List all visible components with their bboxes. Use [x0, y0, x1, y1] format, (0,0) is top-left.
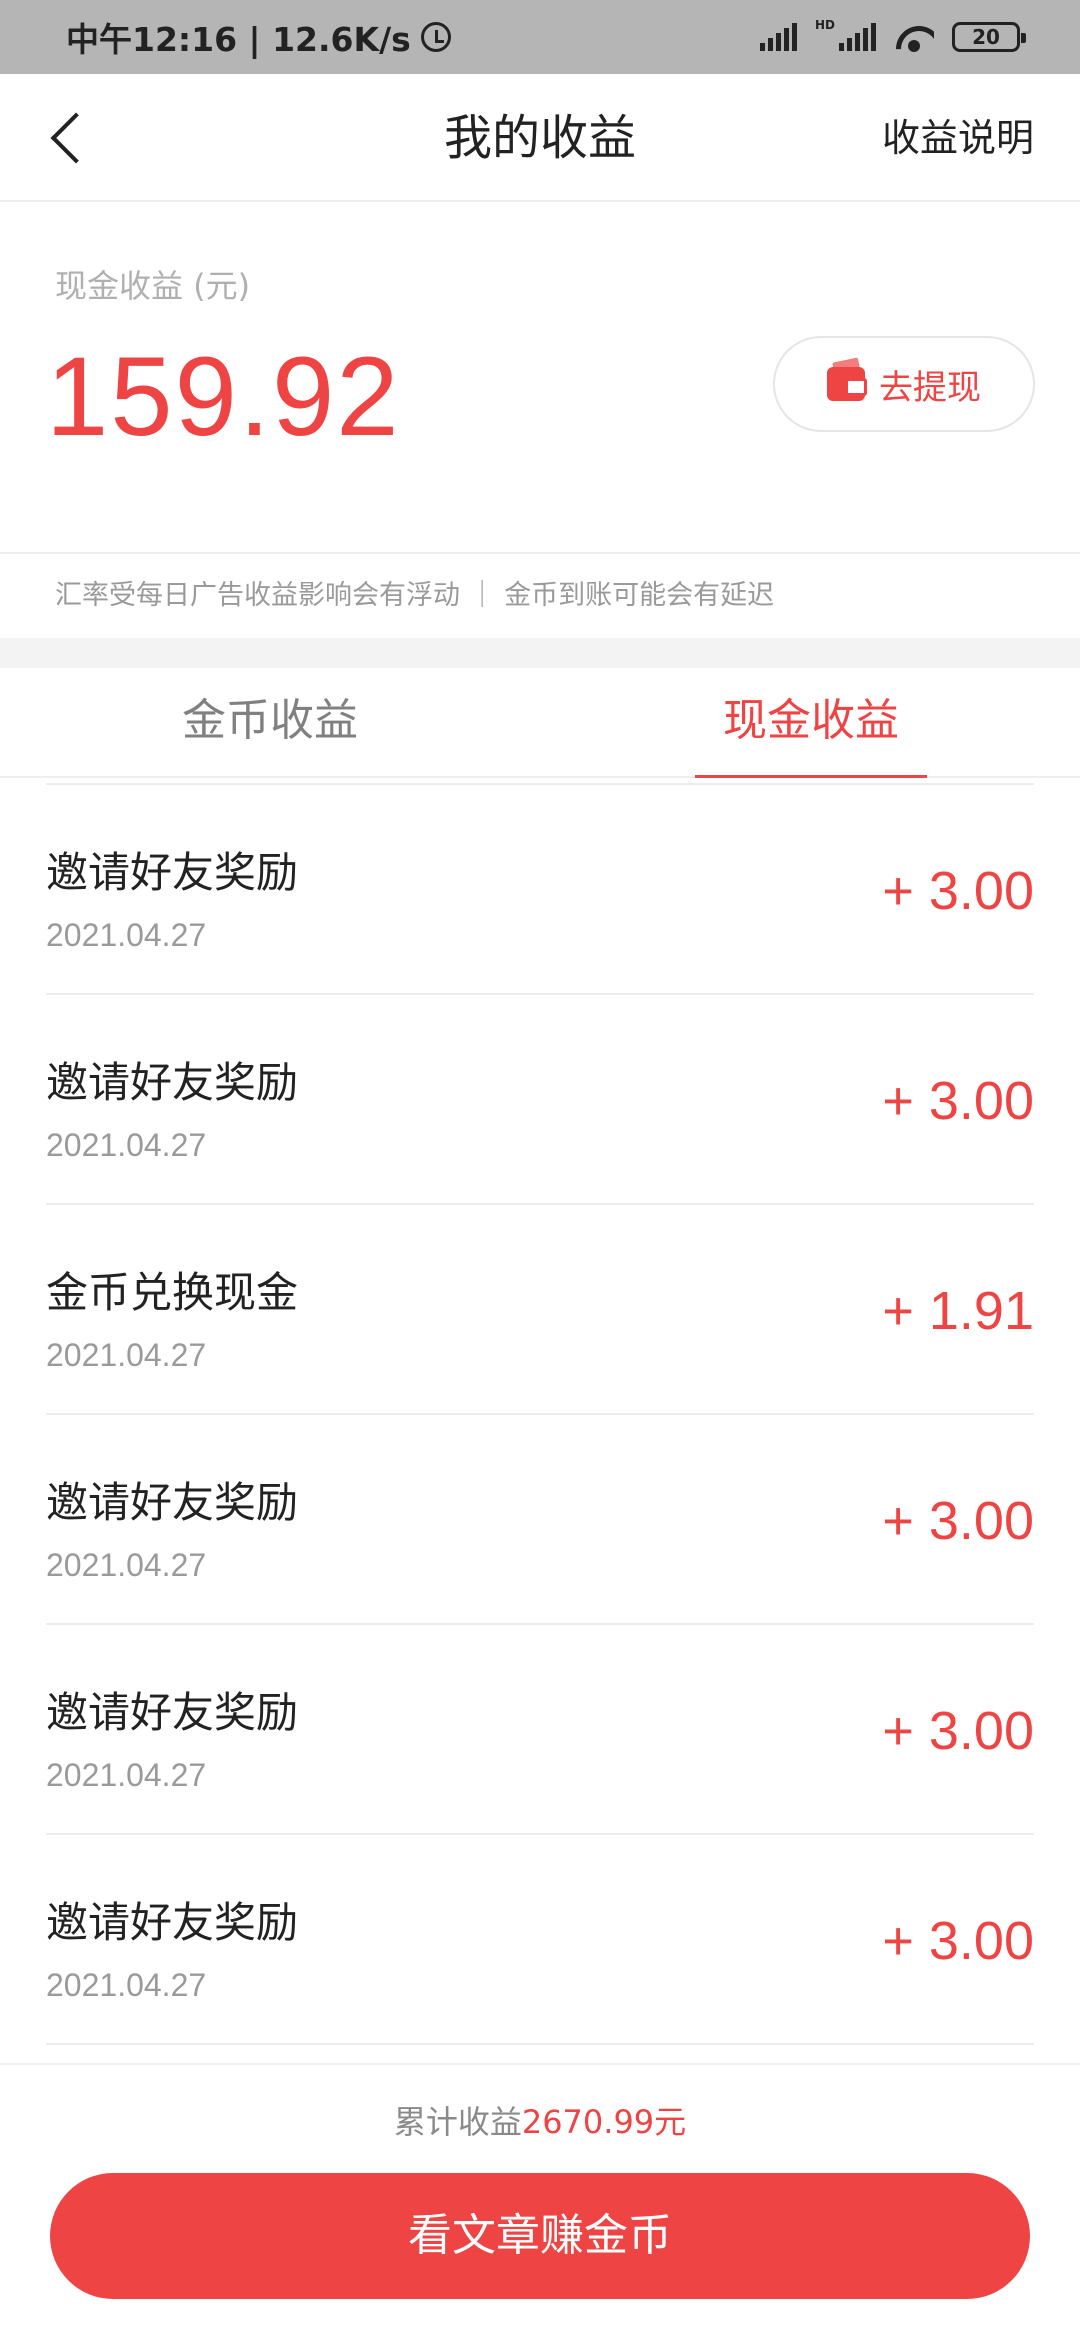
record-amount: + 3.00 — [882, 1911, 1034, 1971]
status-right: HD 20 — [759, 18, 1026, 52]
record-title: 邀请好友奖励 — [46, 1688, 299, 1737]
list-item: 邀请好友奖励 2021.04.27 + 3.00 — [46, 1625, 1034, 1835]
tab-bar: 金币收益 现金收益 — [0, 668, 1080, 778]
record-title: 邀请好友奖励 — [46, 1058, 299, 1107]
back-arrow-icon[interactable] — [38, 104, 98, 172]
record-title: 金币兑换现金 — [46, 1268, 299, 1317]
record-date: 2021.04.27 — [46, 1547, 207, 1583]
record-amount: + 3.00 — [882, 1701, 1034, 1761]
section-divider — [0, 638, 1080, 668]
record-amount: + 3.00 — [882, 861, 1034, 921]
total-earnings-value: 2670.99元 — [521, 2103, 687, 2141]
withdraw-button[interactable]: 去提现 — [773, 336, 1035, 432]
record-date: 2021.04.27 — [46, 917, 207, 953]
record-amount: + 3.00 — [882, 1491, 1034, 1551]
wifi-icon — [894, 22, 934, 52]
balance-value: 159.92 — [46, 334, 401, 459]
signal-icon — [759, 23, 797, 51]
list-item: 邀请好友奖励 2021.04.27 + 3.00 — [46, 995, 1034, 1205]
battery-icon: 20 — [952, 22, 1026, 52]
record-amount: + 3.00 — [882, 1071, 1034, 1131]
record-date: 2021.04.27 — [46, 1337, 207, 1373]
record-date: 2021.04.27 — [46, 1127, 207, 1163]
record-date: 2021.04.27 — [46, 1967, 207, 2003]
balance-label: 现金收益 (元) — [55, 267, 251, 305]
record-amount: + 1.91 — [882, 1281, 1034, 1341]
earnings-list[interactable]: 邀请好友奖励 2021.04.27 + 3.00 邀请好友奖励 2021.04.… — [0, 778, 1080, 2063]
status-bar: 中午12:16 | 12.6K/s HD 20 — [0, 0, 1080, 74]
balance-section: 现金收益 (元) 159.92 去提现 — [0, 204, 1080, 552]
list-item: 邀请好友奖励 2021.04.27 + 3.00 — [46, 785, 1034, 995]
record-date: 2021.04.27 — [46, 1757, 207, 1793]
list-item: 邀请好友奖励 2021.04.27 + 3.00 — [46, 1835, 1034, 2045]
earnings-explanation-link[interactable]: 收益说明 — [882, 74, 1034, 202]
record-title: 邀请好友奖励 — [46, 848, 299, 897]
hd-badge: HD — [814, 18, 835, 32]
exchange-notice: 汇率受每日广告收益影响会有浮动 ｜ 金币到账可能会有延迟 — [0, 552, 1080, 638]
read-articles-earn-coins-button[interactable]: 看文章赚金币 — [50, 2173, 1030, 2299]
signal-icon-2 — [839, 23, 876, 51]
tab-cash-earnings[interactable]: 现金收益 — [695, 668, 927, 778]
wallet-icon — [827, 367, 867, 401]
record-title: 邀请好友奖励 — [46, 1478, 299, 1527]
nav-bar: 我的收益 收益说明 — [0, 74, 1080, 202]
withdraw-label: 去提现 — [879, 367, 981, 408]
list-item: 邀请好友奖励 2021.04.27 + 3.00 — [46, 1415, 1034, 1625]
alarm-icon — [420, 22, 451, 52]
tab-coin-earnings[interactable]: 金币收益 — [120, 668, 420, 778]
status-time-speed: 中午12:16 | 12.6K/s — [66, 20, 411, 59]
footer: 累计收益2670.99元 看文章赚金币 — [0, 2063, 1080, 2340]
list-item: 金币兑换现金 2021.04.27 + 1.91 — [46, 1205, 1034, 1415]
total-earnings: 累计收益2670.99元 — [0, 2097, 1080, 2143]
total-earnings-label: 累计收益 — [393, 2103, 522, 2141]
record-title: 邀请好友奖励 — [46, 1898, 299, 1947]
status-left: 中午12:16 | 12.6K/s — [66, 13, 451, 61]
